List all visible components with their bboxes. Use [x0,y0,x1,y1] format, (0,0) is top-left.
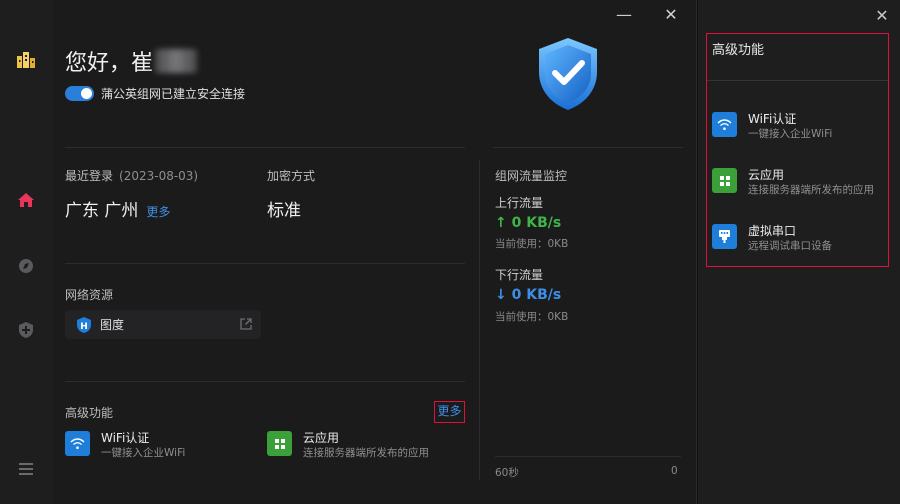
feature-wifi-title: WiFi认证 [101,431,150,445]
svg-text:H: H [80,322,88,332]
greeting-text: 您好，崔 [65,51,154,76]
vertical-divider [479,160,480,480]
wifi-icon [65,431,90,456]
panel-feature-virtual-serial[interactable]: 虚拟串口 远程调试串口设备 [712,224,832,253]
divider [493,147,683,148]
features-title: 高级功能 [65,406,114,420]
upload-label: 上行流量 [495,196,544,210]
features-more-link[interactable]: 更多 [434,401,465,423]
greeting: 您好，崔 [65,45,198,77]
last-login-label: 最近登录 (2023-08-03) [65,167,198,184]
resource-card[interactable]: H 图度 [65,310,261,339]
resource-h-icon: H [77,316,91,333]
panel-wifi-subtitle: 一键接入企业WiFi [748,128,833,140]
panel-cloud-title: 云应用 [748,168,785,182]
encryption-value: 标准 [267,201,301,221]
download-value: ↓ 0 KB/s [495,287,562,303]
external-link-icon[interactable] [240,318,252,330]
location-text: 广东 广州 [65,201,139,221]
main-panel: — ✕ 您好，崔 蒲公英组网已建立安全连接 最近登录 (2023-08-03) [53,0,697,504]
minimize-button[interactable]: — [614,6,634,26]
axis-right-label: 0 [671,465,678,477]
feature-wifi[interactable]: WiFi认证 一键接入企业WiFi [65,431,185,460]
panel-wifi-title: WiFi认证 [748,112,797,126]
panel-close-button[interactable]: ✕ [873,6,891,25]
shield-plus-icon[interactable] [14,318,38,342]
upload-usage: 当前使用：0KB [495,238,569,250]
encryption-label: 加密方式 [267,169,316,183]
connection-toggle[interactable] [65,86,94,101]
panel-feature-wifi[interactable]: WiFi认证 一键接入企业WiFi [712,112,832,141]
panel-serial-title: 虚拟串口 [748,224,797,238]
location: 广东 广州 更多 [65,196,170,221]
download-usage: 当前使用：0KB [495,311,569,323]
connection-row: 蒲公英组网已建立安全连接 [65,85,245,102]
divider [65,147,465,148]
blurred-username [155,49,198,73]
menu-icon[interactable] [14,457,38,481]
feature-cloud-title: 云应用 [303,431,340,445]
compass-icon[interactable] [14,254,38,278]
panel-feature-cloud-app[interactable]: 云应用 连接服务器端所发布的应用 [712,168,874,197]
resources-title: 网络资源 [65,288,114,302]
advanced-features-panel: ✕ 高级功能 WiFi认证 一键接入企业WiFi 云应用 连接服务器端所发布的应… [698,0,900,504]
feature-wifi-subtitle: 一键接入企业WiFi [101,447,186,459]
connection-status: 蒲公英组网已建立安全连接 [101,87,246,101]
feature-cloud-subtitle: 连接服务器端所发布的应用 [303,447,429,459]
feature-cloud-app[interactable]: 云应用 连接服务器端所发布的应用 [267,431,429,460]
home-icon[interactable] [14,188,38,212]
last-login-date: (2023-08-03) [119,169,199,183]
grid-apps-icon [267,431,292,456]
security-shield-icon [539,38,597,110]
panel-divider [707,80,888,81]
close-button[interactable]: ✕ [661,6,681,26]
divider [65,263,465,264]
sidebar [0,0,53,504]
panel-cloud-subtitle: 连接服务器端所发布的应用 [748,184,874,196]
graph-baseline [495,456,681,457]
traffic-title: 组网流量监控 [495,169,568,183]
building-logo-icon [14,48,38,72]
axis-left-label: 60秒 [495,467,519,479]
download-label: 下行流量 [495,268,544,282]
resource-name: 图度 [100,318,125,332]
grid-apps-icon [712,168,737,193]
serial-port-icon [712,224,737,249]
upload-value: ↑ 0 KB/s [495,215,562,231]
wifi-icon [712,112,737,137]
panel-title: 高级功能 [712,43,765,58]
panel-serial-subtitle: 远程调试串口设备 [748,240,832,252]
last-login-text: 最近登录 [65,169,114,183]
divider [65,381,465,382]
location-more-link[interactable]: 更多 [146,205,170,219]
